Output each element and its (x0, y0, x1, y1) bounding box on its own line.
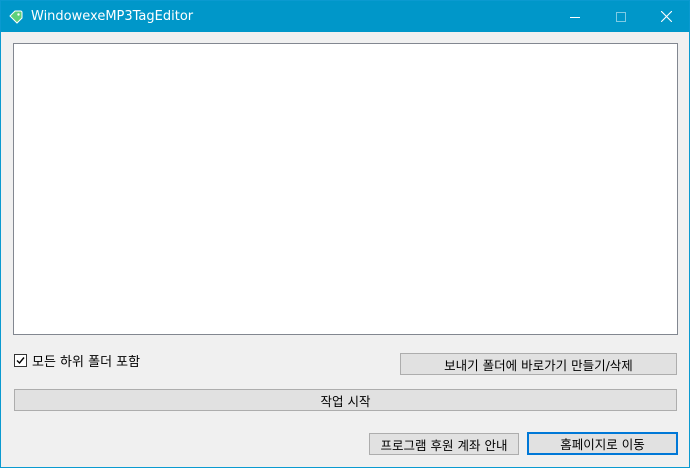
homepage-button[interactable]: 홈페이지로 이동 (527, 432, 678, 455)
file-list-box[interactable] (13, 43, 678, 335)
start-job-button[interactable]: 작업 시작 (14, 389, 677, 411)
close-button[interactable] (643, 1, 689, 32)
checkmark-icon (16, 356, 25, 364)
maximize-button[interactable] (598, 1, 644, 32)
window-title: WindowexeMP3TagEditor (31, 9, 194, 24)
minimize-button[interactable] (552, 1, 598, 32)
app-window: WindowexeMP3TagEditor 모든 하위 폴더 포함 보내기 폴더… (0, 0, 690, 468)
include-subfolders-checkbox[interactable] (14, 353, 27, 367)
donation-info-button[interactable]: 프로그램 후원 계좌 안내 (369, 433, 519, 455)
title-bar[interactable]: WindowexeMP3TagEditor (1, 1, 689, 32)
minimize-icon (570, 16, 580, 18)
tag-icon (9, 9, 23, 24)
maximize-icon (616, 11, 626, 22)
sendto-shortcut-button[interactable]: 보내기 폴더에 바로가기 만들기/삭제 (400, 353, 677, 375)
include-subfolders-label[interactable]: 모든 하위 폴더 포함 (32, 351, 140, 370)
include-subfolders-option[interactable]: 모든 하위 폴더 포함 (14, 351, 140, 370)
close-icon (660, 11, 672, 22)
